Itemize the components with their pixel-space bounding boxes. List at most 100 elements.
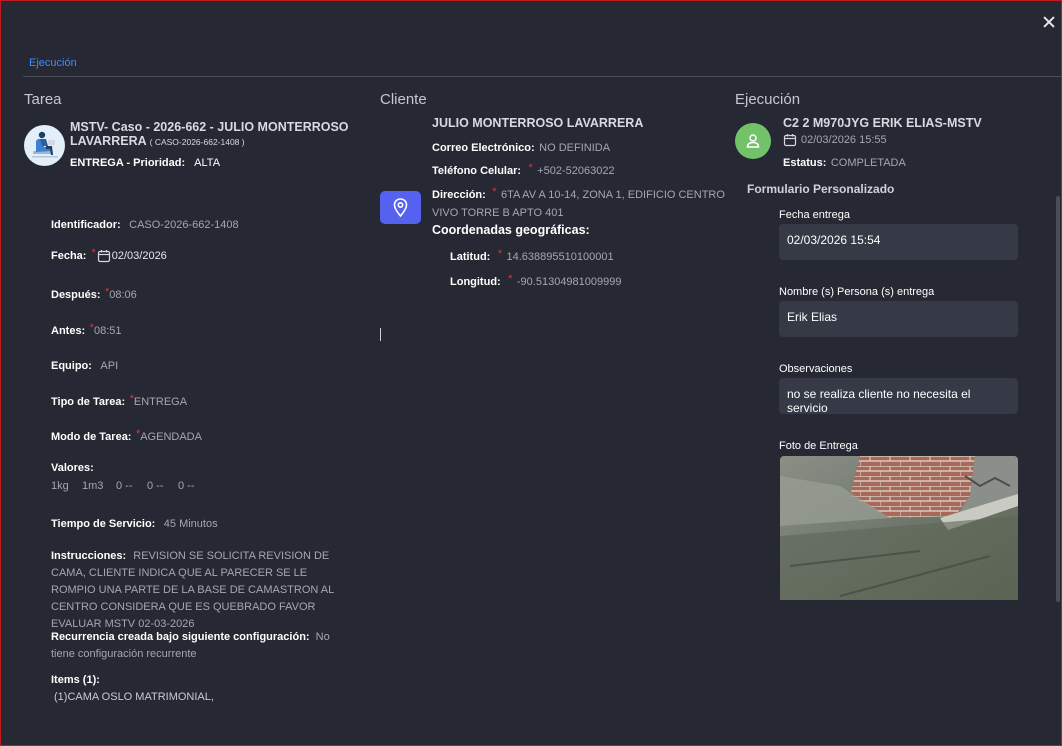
identificador-label: Identificador: — [51, 219, 121, 231]
valores-label-text: Valores: — [51, 462, 94, 474]
antes-row: Antes: *08:51 — [51, 321, 122, 339]
close-icon[interactable] — [1041, 14, 1057, 30]
direccion-label: Dirección: — [432, 189, 486, 201]
required-mark: * — [104, 286, 110, 298]
task-code: ( CASO-2026-662-1408 ) — [149, 137, 245, 147]
instrucciones-value: REVISION SE SOLICITA REVISION DE CAMA, C… — [51, 550, 334, 630]
telefono-label: Teléfono Celular: — [432, 165, 522, 177]
coords-label: Coordenadas geográficas: — [432, 223, 590, 237]
executor-datetime-row: 02/03/2026 15:55 — [783, 133, 887, 147]
latitud-value: 14.638895510100001 — [506, 251, 614, 263]
required-mark: * — [135, 428, 141, 440]
required-mark: * — [129, 393, 134, 405]
required-mark: * — [508, 273, 513, 285]
despues-row: Después: *08:06 — [51, 285, 137, 303]
despues-value: 08:06 — [109, 289, 137, 301]
executor-avatar — [735, 123, 771, 159]
tarea-header: Tarea — [24, 91, 62, 108]
required-mark: * — [492, 186, 497, 198]
executor-name: C2 2 M970JYG ERIK ELIAS-MSTV — [783, 116, 982, 130]
task-avatar — [24, 125, 65, 166]
equipo-value: API — [100, 360, 119, 372]
instrucciones-block: Instrucciones: REVISION SE SOLICITA REVI… — [51, 548, 351, 633]
required-mark: * — [91, 247, 96, 259]
valor-item: 0 -- — [116, 480, 133, 492]
valor-item: 1m3 — [82, 480, 104, 492]
recurrencia-label: Recurrencia creada bajo siguiente config… — [51, 631, 310, 643]
despues-label: Después: — [51, 289, 101, 301]
priority-label: - Prioridad: — [126, 157, 186, 169]
longitud-label: Longitud: — [450, 276, 501, 288]
latitud-row: Latitud: * 14.638895510100001 — [450, 247, 614, 265]
person-seated-icon — [32, 131, 58, 158]
foto-entrega-label: Foto de Entrega — [779, 440, 858, 452]
cliente-header: Cliente — [380, 91, 427, 108]
direccion-row: Dirección: * 6TA AV A 10-14, ZONA 1, EDI… — [432, 185, 725, 203]
valores-list: 1kg 1m3 0 -- 0 -- 0 -- — [51, 480, 195, 492]
calendar-icon — [783, 134, 797, 147]
delivery-photo-image — [780, 456, 1018, 600]
task-title: MSTV- Caso - 2026-662 - JULIO MONTERROSO… — [70, 120, 360, 149]
correo-row: Correo Electrónico: NO DEFINIDA — [432, 138, 610, 156]
tipo-value: ENTREGA — [133, 396, 188, 408]
antes-label: Antes: — [51, 325, 86, 337]
items-label: Items (1): — [51, 674, 100, 686]
calendar-icon — [97, 250, 110, 263]
map-pin-icon — [393, 198, 408, 218]
telefono-row: Teléfono Celular: * +502-52063022 — [432, 161, 615, 179]
estatus-label: Estatus: — [783, 157, 827, 169]
telefono-value: +502-52063022 — [537, 165, 615, 177]
tipo-label: Tipo de Tarea: — [51, 396, 126, 408]
tiempo-row: Tiempo de Servicio: 45 Minutos — [51, 514, 218, 532]
identificador-row: Identificador: CASO-2026-662-1408 — [51, 215, 239, 233]
tiempo-label: Tiempo de Servicio: — [51, 518, 156, 530]
estatus-value: COMPLETADA — [830, 157, 906, 169]
equipo-label: Equipo: — [51, 360, 92, 372]
tipo-row: Tipo de Tarea: *ENTREGA — [51, 392, 187, 410]
delivery-photo[interactable] — [780, 456, 1018, 600]
map-pin-button[interactable] — [380, 191, 421, 224]
user-icon — [746, 134, 760, 148]
executor-datetime: 02/03/2026 15:55 — [801, 134, 887, 146]
valor-item: 1kg — [51, 480, 69, 492]
correo-value: NO DEFINIDA — [539, 142, 611, 154]
latitud-label: Latitud: — [450, 251, 491, 263]
valor-item: 0 -- — [178, 480, 195, 492]
modo-label: Modo de Tarea: — [51, 431, 132, 443]
observaciones-field[interactable]: no se realiza cliente no necesita el ser… — [779, 378, 1018, 415]
tab-ejecucion[interactable]: Ejecución — [29, 57, 77, 69]
identificador-value: CASO-2026-662-1408 — [129, 219, 239, 231]
recurrencia-block: Recurrencia creada bajo siguiente config… — [51, 629, 351, 663]
fecha-label: Fecha: — [51, 250, 87, 262]
ejecucion-header: Ejecución — [735, 91, 801, 108]
correo-label: Correo Electrónico: — [432, 142, 535, 154]
estatus-row: Estatus: COMPLETADA — [783, 153, 906, 171]
instrucciones-label: Instrucciones: — [51, 550, 127, 562]
tiempo-value: 45 Minutos — [163, 518, 218, 530]
scrollbar[interactable] — [1056, 196, 1060, 602]
equipo-row: Equipo: API — [51, 356, 118, 374]
task-detail-dialog: Ejecución Tarea Cliente Ejecución MSTV- … — [0, 0, 1062, 746]
longitud-row: Longitud: * -90.51304981009999 — [450, 272, 622, 290]
required-mark: * — [528, 162, 533, 174]
required-mark: * — [497, 248, 503, 260]
modo-row: Modo de Tarea: *AGENDADA — [51, 427, 202, 445]
direccion-line-1: 6TA AV A 10-14, ZONA 1, EDIFICIO CENTRO — [500, 189, 725, 201]
persona-entrega-field[interactable]: Erik Elias — [779, 301, 1018, 337]
task-subtitle: ENTREGA - Prioridad: ALTA — [70, 157, 220, 169]
task-type: ENTREGA — [70, 157, 124, 169]
longitud-value: -90.51304981009999 — [516, 276, 622, 288]
persona-entrega-label: Nombre (s) Persona (s) entrega — [779, 286, 935, 298]
items-value: (1)CAMA OSLO MATRIMONIAL, — [54, 691, 214, 703]
required-mark: * — [89, 322, 94, 334]
fecha-entrega-field[interactable]: 02/03/2026 15:54 — [779, 224, 1018, 260]
valor-item: 0 -- — [147, 480, 164, 492]
priority-value: ALTA — [194, 157, 221, 169]
text-cursor — [380, 328, 381, 341]
observaciones-label: Observaciones — [779, 363, 853, 375]
modo-value: AGENDADA — [140, 431, 202, 443]
fecha-entrega-label: Fecha entrega — [779, 209, 850, 221]
direccion-line-2: VIVO TORRE B APTO 401 — [432, 207, 564, 219]
fecha-row: Fecha: * 02/03/2026 — [51, 247, 167, 263]
antes-value: 08:51 — [93, 325, 122, 337]
